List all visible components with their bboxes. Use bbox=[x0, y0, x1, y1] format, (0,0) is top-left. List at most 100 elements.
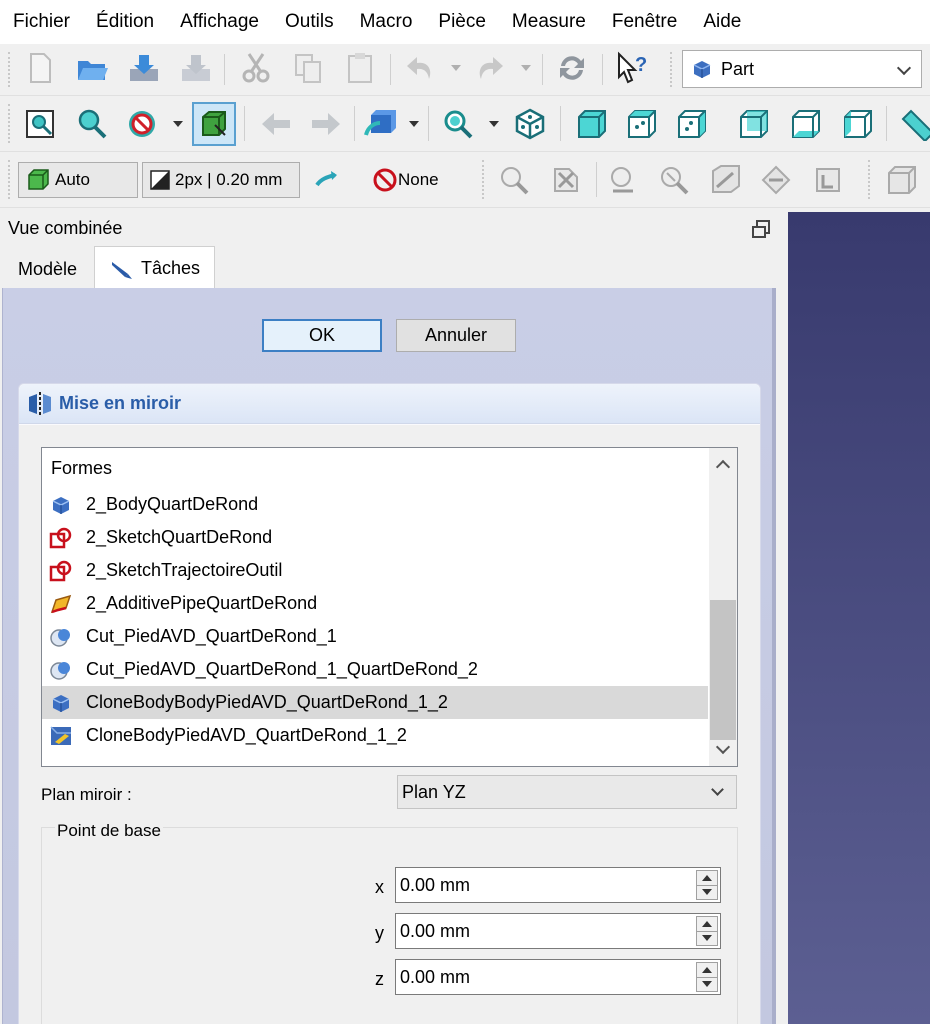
menu-fenetre[interactable]: Fenêtre bbox=[599, 0, 690, 44]
menu-outils[interactable]: Outils bbox=[272, 0, 347, 44]
snap-none-button[interactable]: None bbox=[372, 162, 439, 198]
std-views-dropdown-icon[interactable] bbox=[408, 104, 420, 144]
zoom-dropdown-icon[interactable] bbox=[488, 104, 500, 144]
list-item[interactable]: Cut_PiedAVD_QuartDeRond_1 bbox=[42, 620, 708, 653]
paste-icon[interactable] bbox=[340, 48, 380, 88]
cancel-button[interactable]: Annuler bbox=[396, 319, 516, 352]
zoom-icon[interactable] bbox=[438, 104, 478, 144]
bounding-box-icon[interactable] bbox=[192, 102, 236, 146]
toolbar-grip[interactable] bbox=[8, 52, 12, 87]
whats-this-icon[interactable]: ? bbox=[612, 48, 652, 88]
no-snap-icon bbox=[373, 168, 397, 192]
undo-icon[interactable] bbox=[400, 48, 440, 88]
y-input[interactable]: 0.00 mm bbox=[395, 913, 721, 949]
shapes-list[interactable]: Formes 2_BodyQuartDeRond 2_SketchQuartDeR… bbox=[41, 447, 738, 767]
menu-macro[interactable]: Macro bbox=[347, 0, 426, 44]
measure-toggle-all-icon[interactable] bbox=[654, 160, 694, 200]
tab-modele-label: Modèle bbox=[18, 258, 78, 279]
menu-piece[interactable]: Pièce bbox=[425, 0, 499, 44]
scroll-down-icon[interactable] bbox=[715, 739, 731, 755]
toolbar-grip[interactable] bbox=[8, 160, 12, 199]
tab-modele[interactable]: Modèle bbox=[4, 250, 91, 288]
list-item[interactable]: CloneBodyPiedAVD_QuartDeRond_1_2 bbox=[42, 719, 708, 752]
z-input[interactable]: 0.00 mm bbox=[395, 959, 721, 995]
right-view-icon[interactable] bbox=[672, 104, 712, 144]
top-view-icon[interactable] bbox=[622, 104, 662, 144]
std-views-icon[interactable] bbox=[360, 104, 400, 144]
splitter[interactable] bbox=[776, 212, 788, 1024]
list-item-label: Cut_PiedAVD_QuartDeRond_1_QuartDeRond_2 bbox=[86, 659, 478, 679]
ok-button[interactable]: OK bbox=[262, 319, 382, 352]
measure-ruler-icon[interactable] bbox=[896, 104, 930, 144]
fit-selection-icon[interactable] bbox=[72, 104, 112, 144]
refresh-icon[interactable] bbox=[552, 48, 592, 88]
scroll-up-icon[interactable] bbox=[715, 459, 731, 475]
measure-toggle-delta-icon[interactable] bbox=[756, 160, 796, 200]
part-box-icon[interactable] bbox=[882, 160, 922, 200]
menu-edition[interactable]: Édition bbox=[83, 0, 167, 44]
draw-style-icon[interactable] bbox=[122, 104, 162, 144]
cut-icon[interactable] bbox=[236, 48, 276, 88]
measure-linear-icon[interactable] bbox=[306, 160, 346, 200]
z-value: 0.00 mm bbox=[400, 966, 471, 987]
shapes-list-header: Formes bbox=[51, 458, 113, 478]
x-label: x bbox=[375, 877, 384, 897]
snap-label: None bbox=[398, 170, 439, 189]
auto-style-icon bbox=[28, 169, 49, 190]
isometric-view-icon[interactable] bbox=[510, 104, 550, 144]
measure-clear-all-icon[interactable] bbox=[808, 160, 848, 200]
mirror-taskbox-header[interactable]: Mise en miroir bbox=[19, 384, 760, 424]
draw-style-dropdown-icon[interactable] bbox=[172, 104, 184, 144]
list-item[interactable]: 2_SketchTrajectoireOutil bbox=[42, 554, 708, 587]
line-width-button[interactable]: 2px | 0.20 mm bbox=[142, 162, 300, 198]
bottom-view-icon[interactable] bbox=[786, 104, 826, 144]
measure-toggle-3d-icon[interactable] bbox=[706, 160, 746, 200]
measure-clear-icon[interactable] bbox=[546, 160, 586, 200]
list-item[interactable]: 2_BodyQuartDeRond bbox=[42, 488, 708, 521]
menu-fichier[interactable]: Fichier bbox=[0, 0, 83, 44]
redo-icon[interactable] bbox=[470, 48, 510, 88]
auto-label: Auto bbox=[55, 170, 90, 189]
forward-arrow-icon[interactable] bbox=[306, 104, 346, 144]
redo-dropdown-icon[interactable] bbox=[520, 48, 532, 88]
workbench-selector[interactable]: Part bbox=[682, 50, 922, 88]
base-point-title: Point de base bbox=[55, 821, 163, 841]
left-view-icon[interactable] bbox=[838, 104, 878, 144]
menu-measure[interactable]: Measure bbox=[499, 0, 599, 44]
toolbar-grip[interactable] bbox=[8, 104, 12, 143]
save-as-icon[interactable] bbox=[176, 48, 216, 88]
3d-viewer[interactable] bbox=[788, 212, 930, 1024]
shapes-list-scrollbar[interactable] bbox=[709, 448, 737, 766]
new-file-icon[interactable] bbox=[20, 48, 60, 88]
workbench-label: Part bbox=[721, 58, 755, 79]
save-icon[interactable] bbox=[124, 48, 164, 88]
draw-style-auto-button[interactable]: Auto bbox=[18, 162, 138, 198]
scroll-thumb[interactable] bbox=[710, 600, 736, 740]
y-spin-buttons[interactable] bbox=[696, 916, 718, 946]
fit-all-icon[interactable] bbox=[20, 104, 60, 144]
list-item[interactable]: CloneBodyBodyPiedAVD_QuartDeRond_1_2 bbox=[42, 686, 708, 719]
measure-angular-icon[interactable] bbox=[604, 160, 644, 200]
z-spin-buttons[interactable] bbox=[696, 962, 718, 992]
additive-pipe-icon bbox=[48, 591, 74, 617]
list-item[interactable]: Cut_PiedAVD_QuartDeRond_1_QuartDeRond_2 bbox=[42, 653, 708, 686]
mirror-plane-select[interactable]: Plan YZ bbox=[397, 775, 737, 809]
undo-dropdown-icon[interactable] bbox=[450, 48, 462, 88]
rear-view-icon[interactable] bbox=[734, 104, 774, 144]
menu-aide[interactable]: Aide bbox=[690, 0, 754, 44]
front-view-icon[interactable] bbox=[572, 104, 612, 144]
float-window-icon[interactable] bbox=[752, 220, 770, 238]
list-item[interactable]: 2_AdditivePipeQuartDeRond bbox=[42, 587, 708, 620]
cut-icon bbox=[48, 624, 74, 650]
x-input[interactable]: 0.00 mm bbox=[395, 867, 721, 903]
menu-affichage[interactable]: Affichage bbox=[167, 0, 272, 44]
copy-icon[interactable] bbox=[288, 48, 328, 88]
tab-taches[interactable]: Tâches bbox=[94, 246, 216, 290]
back-arrow-icon[interactable] bbox=[256, 104, 296, 144]
tab-taches-label: Tâches bbox=[141, 258, 201, 278]
list-item[interactable]: 2_SketchQuartDeRond bbox=[42, 521, 708, 554]
list-item-label: CloneBodyPiedAVD_QuartDeRond_1_2 bbox=[86, 725, 407, 745]
open-file-icon[interactable] bbox=[72, 48, 112, 88]
x-spin-buttons[interactable] bbox=[696, 870, 718, 900]
measure-refresh-icon[interactable] bbox=[494, 160, 534, 200]
